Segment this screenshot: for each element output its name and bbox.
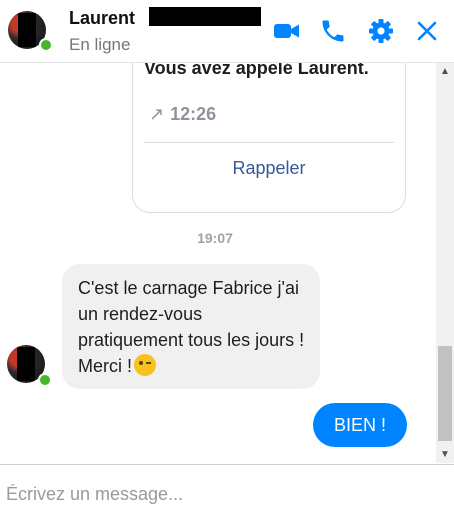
thread-scrollbar[interactable]: ▲ ▼ bbox=[436, 63, 454, 463]
outgoing-message-bubble[interactable]: BIEN ! bbox=[313, 403, 407, 447]
close-icon bbox=[417, 21, 437, 41]
gear-icon bbox=[369, 19, 393, 43]
message-thread[interactable]: Vous avez appelé Laurent. ↗ 12:26 Rappele… bbox=[0, 63, 436, 463]
message-timestamp: 19:07 bbox=[197, 230, 233, 246]
incoming-message-bubble[interactable]: C'est le carnage Fabrice j'ai un rendez-… bbox=[62, 264, 320, 389]
incoming-message-text: C'est le carnage Fabrice j'ai un rendez-… bbox=[78, 278, 305, 376]
voice-call-button[interactable] bbox=[319, 17, 347, 45]
video-call-button[interactable] bbox=[273, 17, 301, 45]
name-redaction bbox=[149, 7, 261, 26]
phone-icon bbox=[322, 20, 344, 42]
message-input[interactable] bbox=[6, 482, 436, 506]
video-camera-icon bbox=[274, 24, 299, 38]
scroll-up-arrow-icon[interactable]: ▲ bbox=[436, 63, 454, 80]
settings-button[interactable] bbox=[367, 17, 395, 45]
winking-face-emoji-icon bbox=[134, 354, 156, 376]
call-time: 12:26 bbox=[170, 104, 217, 124]
call-summary-text: Vous avez appelé Laurent. bbox=[144, 63, 369, 78]
contact-status: En ligne bbox=[69, 35, 131, 54]
outgoing-call-arrow-icon: ↗ bbox=[149, 104, 165, 124]
online-indicator bbox=[39, 38, 53, 52]
close-button[interactable] bbox=[413, 17, 441, 45]
message-composer bbox=[0, 464, 454, 506]
call-time-row: ↗ 12:26 bbox=[149, 104, 216, 125]
sender-online-indicator bbox=[38, 373, 52, 387]
scrollbar-thumb[interactable] bbox=[438, 346, 452, 441]
call-summary-card: Vous avez appelé Laurent. ↗ 12:26 Rappele… bbox=[132, 63, 406, 213]
chat-header: Laurent En ligne bbox=[0, 0, 454, 63]
divider bbox=[144, 142, 394, 143]
scroll-down-arrow-icon[interactable]: ▼ bbox=[436, 446, 454, 463]
contact-name[interactable]: Laurent bbox=[69, 8, 135, 29]
callback-button[interactable]: Rappeler bbox=[133, 158, 405, 179]
